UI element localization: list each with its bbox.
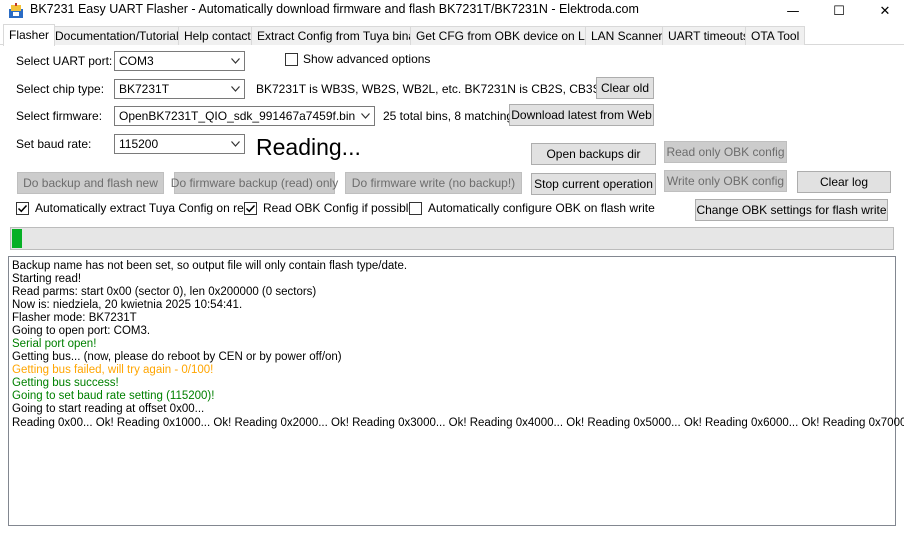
clear-log-button[interactable]: Clear log	[797, 171, 891, 193]
window-title: BK7231 Easy UART Flasher - Automatically…	[30, 2, 639, 16]
log-line: Now is: niedziela, 20 kwietnia 2025 10:5…	[12, 299, 243, 311]
log-line: Getting bus success!	[12, 377, 119, 389]
chip-type-label: Select chip type:	[16, 82, 105, 96]
firmware-write-button[interactable]: Do firmware write (no backup!)	[345, 172, 522, 194]
firmware-value: OpenBK7231T_QIO_sdk_991467a7459f.bin	[119, 109, 356, 123]
auto-extract-tuya-option[interactable]: Automatically extract Tuya Config on rea…	[16, 201, 257, 215]
baud-rate-label: Set baud rate:	[16, 137, 92, 151]
log-line: Going to open port: COM3.	[12, 325, 151, 337]
chip-type-value: BK7231T	[119, 82, 170, 96]
auto-configure-obk-checkbox[interactable]	[409, 201, 422, 215]
tab-get-cfg-obk[interactable]: Get CFG from OBK device on LAN	[410, 26, 608, 45]
tab-help-contact[interactable]: Help contact	[178, 26, 257, 45]
log-line: Read parms: start 0x00 (sector 0), len 0…	[12, 286, 317, 298]
app-icon	[9, 3, 23, 18]
firmware-label: Select firmware:	[16, 109, 103, 123]
open-backups-button[interactable]: Open backups dir	[531, 143, 656, 165]
firmware-select[interactable]: OpenBK7231T_QIO_sdk_991467a7459f.bin	[114, 106, 375, 126]
maximize-button[interactable]: ☐	[816, 0, 862, 22]
maximize-icon: ☐	[833, 3, 845, 19]
uart-port-value: COM3	[119, 54, 154, 68]
uart-port-select[interactable]: COM3	[114, 51, 245, 71]
stop-operation-button[interactable]: Stop current operation	[531, 173, 656, 195]
title-bar: BK7231 Easy UART Flasher - Automatically…	[0, 0, 904, 22]
auto-extract-tuya-checkbox[interactable]	[16, 201, 29, 215]
log-line: Getting bus failed, will try again - 0/1…	[12, 364, 214, 376]
change-obk-settings-button[interactable]: Change OBK settings for flash write	[695, 199, 888, 221]
log-line: Reading 0x00... Ok! Reading 0x1000... Ok…	[12, 417, 904, 429]
show-advanced-label: Show advanced options	[303, 52, 431, 66]
tab-strip: Flasher Documentation/Tutorials Help con…	[0, 24, 904, 46]
baud-rate-value: 115200	[119, 137, 159, 151]
checkmark-icon	[17, 204, 28, 212]
backup-and-flash-button[interactable]: Do backup and flash new	[17, 172, 164, 194]
close-button[interactable]: ✕	[862, 0, 904, 22]
write-only-obk-button[interactable]: Write only OBK config	[664, 170, 787, 192]
log-line: Starting read!	[12, 273, 82, 285]
auto-configure-obk-option[interactable]: Automatically configure OBK on flash wri…	[409, 201, 655, 215]
log-line: Going to set baud rate setting (115200)!	[12, 390, 215, 402]
chip-info-text: BK7231T is WB3S, WB2S, WB2L, etc. BK7231…	[256, 82, 624, 96]
chevron-down-icon	[227, 135, 244, 153]
show-advanced-checkbox[interactable]	[285, 52, 298, 66]
log-line: Serial port open!	[12, 338, 97, 350]
log-output[interactable]: Backup name has not been set, so output …	[8, 256, 904, 526]
auto-configure-obk-label: Automatically configure OBK on flash wri…	[428, 201, 655, 215]
chip-type-select[interactable]: BK7231T	[114, 79, 245, 99]
download-latest-button[interactable]: Download latest from Web	[509, 104, 654, 126]
log-line: Backup name has not been set, so output …	[12, 260, 408, 272]
tab-extract-config[interactable]: Extract Config from Tuya binary	[251, 26, 432, 45]
status-text: Reading...	[256, 134, 361, 160]
close-icon: ✕	[879, 3, 891, 19]
read-obk-config-checkbox[interactable]	[244, 201, 257, 215]
chevron-down-icon	[227, 80, 244, 98]
firmware-info-text: 25 total bins, 8 matching.	[383, 109, 517, 123]
chevron-down-icon	[357, 107, 374, 125]
baud-rate-select[interactable]: 115200	[114, 134, 245, 154]
log-line: Going to start reading at offset 0x00...	[12, 403, 205, 415]
minimize-icon: —	[786, 3, 800, 19]
checkmark-icon	[245, 204, 256, 212]
firmware-backup-button[interactable]: Do firmware backup (read) only	[171, 172, 338, 194]
progress-bar	[10, 227, 894, 250]
read-only-obk-button[interactable]: Read only OBK config	[664, 141, 787, 163]
progress-fill	[12, 229, 22, 248]
clear-old-button[interactable]: Clear old	[596, 77, 654, 99]
tab-ota-tool[interactable]: OTA Tool	[745, 26, 806, 45]
tab-documentation[interactable]: Documentation/Tutorials	[49, 26, 191, 45]
minimize-button[interactable]: —	[770, 0, 816, 22]
show-advanced-option[interactable]: Show advanced options	[285, 52, 430, 66]
tab-flasher[interactable]: Flasher	[3, 24, 56, 46]
read-obk-config-label: Read OBK Config if possible	[263, 201, 416, 215]
tab-lan-scanner[interactable]: LAN Scanner	[585, 26, 669, 45]
read-obk-config-option[interactable]: Read OBK Config if possible	[244, 201, 415, 215]
tab-uart-timeouts[interactable]: UART timeouts	[662, 26, 755, 45]
chevron-down-icon	[227, 52, 244, 70]
auto-extract-tuya-label: Automatically extract Tuya Config on rea…	[35, 201, 258, 215]
log-line: Flasher mode: BK7231T	[12, 312, 137, 324]
uart-port-label: Select UART port:	[16, 54, 113, 68]
log-line: Getting bus... (now, please do reboot by…	[12, 351, 342, 363]
